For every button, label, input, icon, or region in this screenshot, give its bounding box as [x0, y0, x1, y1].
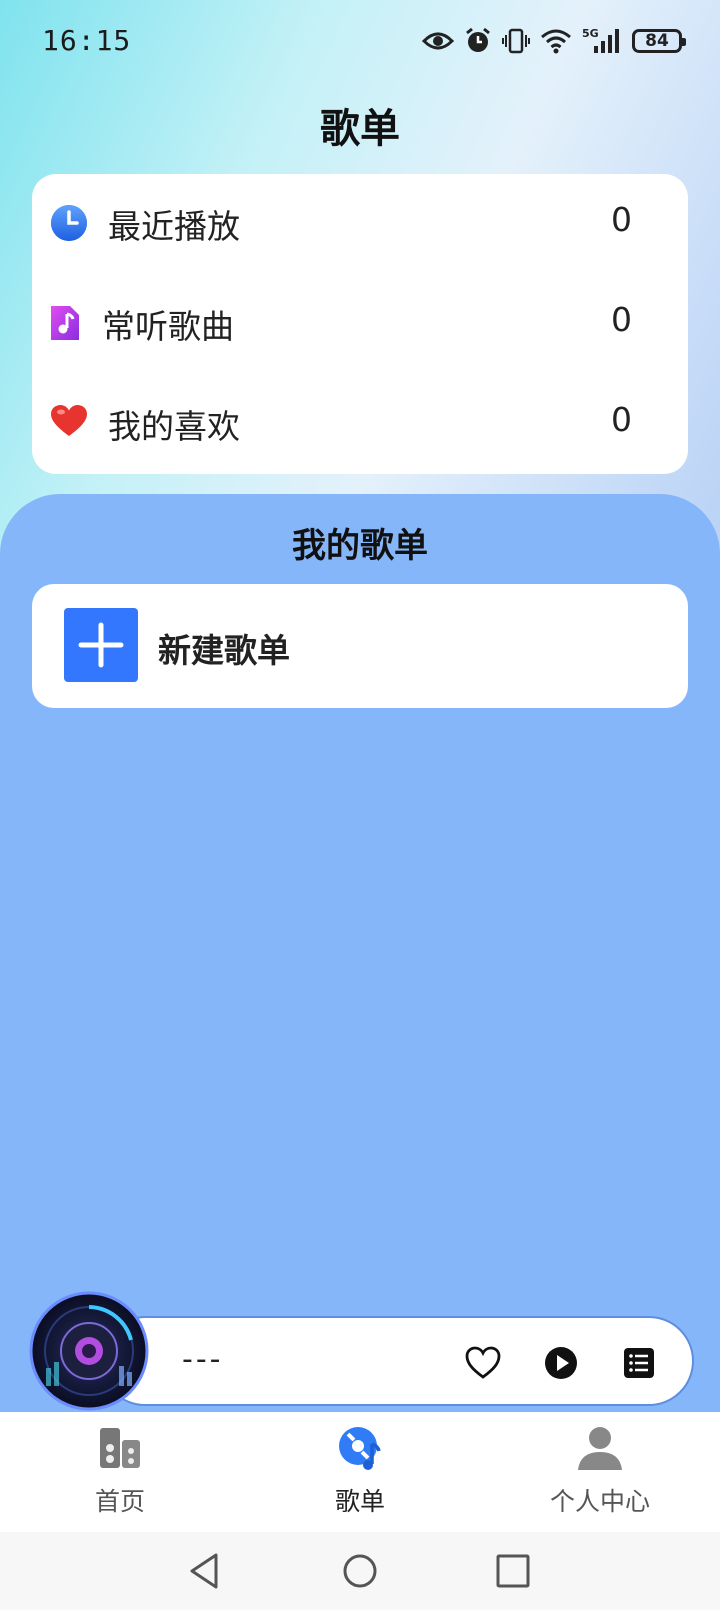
- 5g-signal-icon: 5G: [582, 27, 622, 55]
- list-item-favorites[interactable]: 我的喜欢 0: [32, 374, 688, 474]
- my-playlists-title: 我的歌单: [292, 526, 428, 566]
- person-icon: [576, 1424, 624, 1472]
- mini-player[interactable]: ---: [100, 1316, 694, 1406]
- battery-level: 84: [645, 31, 669, 51]
- page-title: 歌单: [320, 106, 400, 152]
- tab-home[interactable]: 首页: [0, 1412, 240, 1532]
- list-item-label: 最近播放: [108, 207, 240, 246]
- playlist-icon[interactable]: [620, 1344, 658, 1382]
- list-item-recent[interactable]: 最近播放 0: [32, 174, 688, 274]
- battery-indicator: 84: [632, 29, 686, 53]
- music-note-icon: [48, 304, 86, 342]
- network-label: 5G: [582, 27, 599, 40]
- heart-icon: [50, 404, 88, 442]
- tab-label: 首页: [94, 1487, 145, 1516]
- my-playlists-panel: 我的歌单 新建歌单: [0, 494, 720, 1414]
- tab-profile[interactable]: 个人中心: [480, 1412, 720, 1532]
- recents-icon[interactable]: [492, 1550, 534, 1592]
- bottom-tab-bar: 首页 歌单 个人中心: [0, 1412, 720, 1532]
- song-title: ---: [182, 1342, 224, 1377]
- plus-icon: [64, 608, 138, 682]
- eye-icon: [422, 29, 454, 53]
- speaker-icon: [96, 1424, 144, 1472]
- list-item-frequent[interactable]: 常听歌曲 0: [32, 274, 688, 374]
- quick-lists-card: 最近播放 0 常听歌曲 0 我的喜欢 0: [32, 174, 688, 474]
- status-bar: 16:15 5G 84: [0, 0, 720, 84]
- status-icons: 5G 84: [422, 24, 686, 58]
- list-item-count: 0: [611, 400, 632, 439]
- tab-label: 歌单: [334, 1487, 385, 1516]
- list-item-count: 0: [611, 300, 632, 339]
- system-nav-bar: [0, 1532, 720, 1610]
- tab-playlists[interactable]: 歌单: [240, 1412, 480, 1532]
- clock-icon: [50, 204, 88, 242]
- wifi-icon: [540, 28, 572, 54]
- play-icon[interactable]: [542, 1344, 580, 1382]
- tab-label: 个人中心: [549, 1487, 650, 1516]
- vibrate-icon: [502, 27, 530, 55]
- new-playlist-button[interactable]: 新建歌单: [32, 584, 688, 708]
- list-item-count: 0: [611, 200, 632, 239]
- disc-note-icon: [336, 1424, 384, 1472]
- list-item-label: 常听歌曲: [102, 307, 234, 346]
- home-icon[interactable]: [339, 1550, 381, 1592]
- list-item-label: 我的喜欢: [108, 407, 240, 446]
- heart-outline-icon[interactable]: [464, 1344, 502, 1382]
- back-icon[interactable]: [184, 1550, 226, 1592]
- alarm-icon: [464, 27, 492, 55]
- status-time: 16:15: [42, 24, 132, 57]
- new-playlist-label: 新建歌单: [158, 631, 290, 670]
- album-disc[interactable]: [28, 1290, 150, 1412]
